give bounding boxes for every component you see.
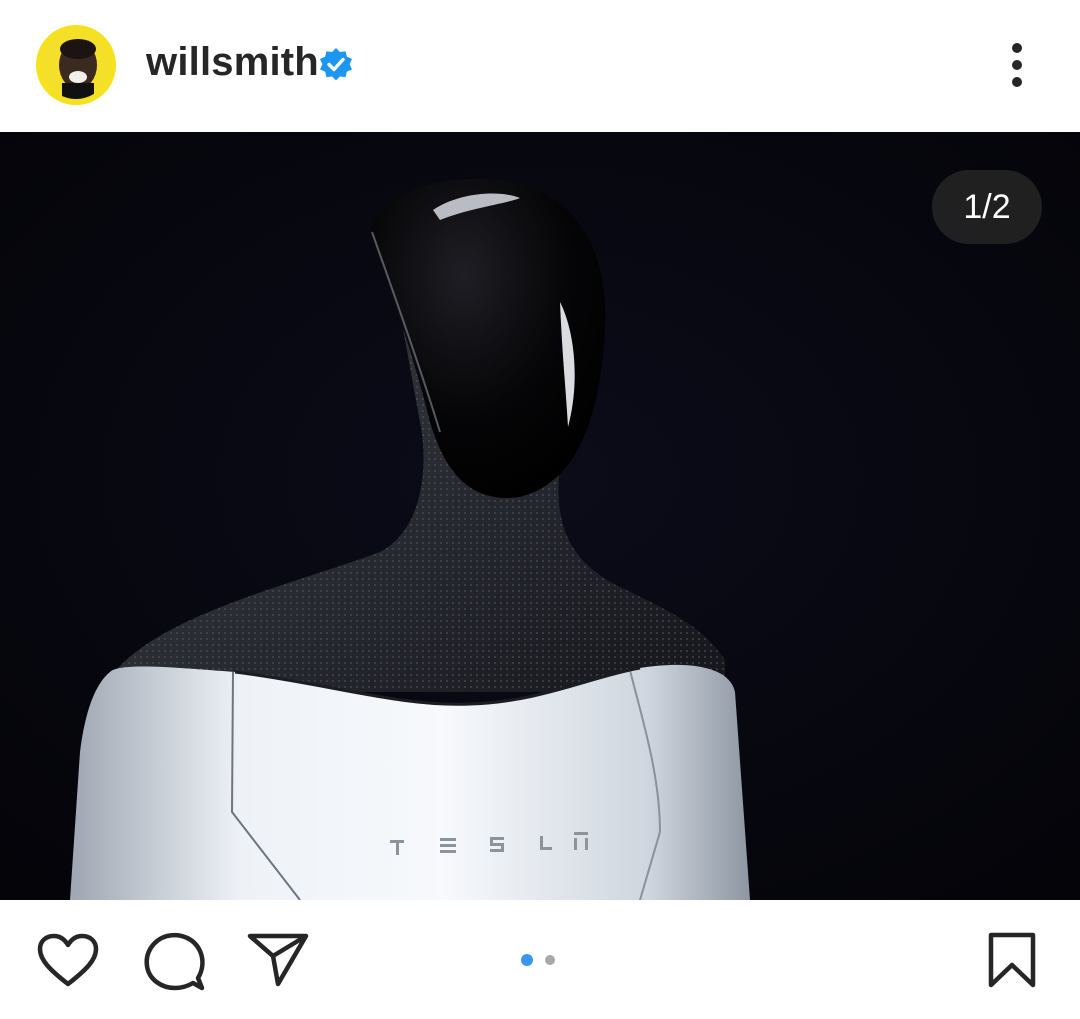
username[interactable]: willsmith <box>146 40 319 85</box>
avatar[interactable] <box>36 25 116 105</box>
heart-icon[interactable] <box>36 932 100 993</box>
carousel-dot-active <box>521 953 533 966</box>
carousel-indicator <box>521 951 563 966</box>
avatar-image <box>42 31 110 99</box>
verified-badge-icon <box>318 47 354 83</box>
carousel-dot <box>545 954 556 965</box>
robot-illustration <box>0 132 1080 900</box>
more-options-icon[interactable] <box>1000 40 1034 90</box>
post-image[interactable]: 1/2 <box>0 132 1080 900</box>
carousel-counter: 1/2 <box>932 170 1042 244</box>
post-header: willsmith <box>0 0 1080 132</box>
comment-icon[interactable] <box>140 930 206 997</box>
bookmark-icon[interactable] <box>986 930 1038 995</box>
post-actions <box>0 900 1080 1019</box>
send-icon[interactable] <box>246 930 310 993</box>
